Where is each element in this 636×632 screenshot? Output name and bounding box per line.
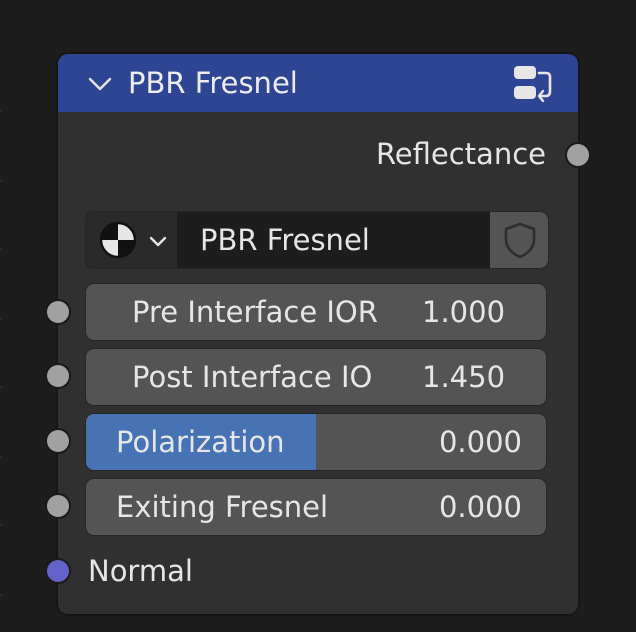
pbr-fresnel-node[interactable]: PBR Fresnel Reflectance PBR Fresnel Pre … — [47, 54, 589, 614]
grid-dot — [0, 456, 2, 458]
grid-dot — [0, 110, 2, 112]
input-socket-pre-interface-ior[interactable] — [47, 301, 69, 323]
node-tree-browse-icon — [98, 220, 138, 260]
pre-interface-ior-field[interactable]: Pre Interface IOR 1.000 — [86, 284, 546, 340]
browse-node-tree-button[interactable] — [86, 212, 177, 268]
field-value: 0.000 — [438, 490, 522, 524]
field-value: 1.000 — [422, 295, 506, 329]
field-label: Pre Interface IOR — [132, 295, 378, 329]
node-tree-name[interactable]: PBR Fresnel — [200, 222, 370, 258]
grid-dot — [0, 386, 2, 388]
output-socket-reflectance[interactable] — [567, 144, 589, 166]
output-label-reflectance: Reflectance — [375, 137, 546, 171]
node-header[interactable]: PBR Fresnel — [58, 54, 578, 112]
node-tree-selector[interactable]: PBR Fresnel — [86, 212, 548, 268]
shield-icon — [501, 220, 539, 260]
chevron-down-icon — [148, 234, 168, 248]
field-value: 1.450 — [422, 360, 506, 394]
input-socket-normal[interactable] — [47, 560, 69, 582]
fake-user-button[interactable] — [490, 212, 548, 268]
grid-dot — [0, 594, 2, 596]
field-label: Exiting Fresnel — [116, 490, 329, 524]
field-label: Polarization — [116, 425, 285, 459]
exiting-fresnel-field[interactable]: Exiting Fresnel 0.000 — [86, 479, 546, 535]
post-interface-ior-field[interactable]: Post Interface IO 1.450 — [86, 349, 546, 405]
node-title: PBR Fresnel — [128, 66, 298, 100]
polarization-slider[interactable]: Polarization 0.000 — [86, 414, 546, 470]
grid-dot — [0, 248, 2, 250]
grid-dot — [0, 318, 2, 320]
input-label-normal: Normal — [88, 554, 193, 588]
grid-dot — [0, 180, 2, 182]
input-socket-exiting-fresnel[interactable] — [47, 495, 69, 517]
field-label: Post Interface IO — [132, 360, 373, 394]
grid-dot — [0, 524, 2, 526]
input-socket-post-interface-ior[interactable] — [47, 365, 69, 387]
field-value: 0.000 — [438, 425, 522, 459]
node-group-icon[interactable] — [510, 64, 554, 104]
chevron-down-icon[interactable] — [88, 72, 112, 96]
input-socket-polarization[interactable] — [47, 430, 69, 452]
